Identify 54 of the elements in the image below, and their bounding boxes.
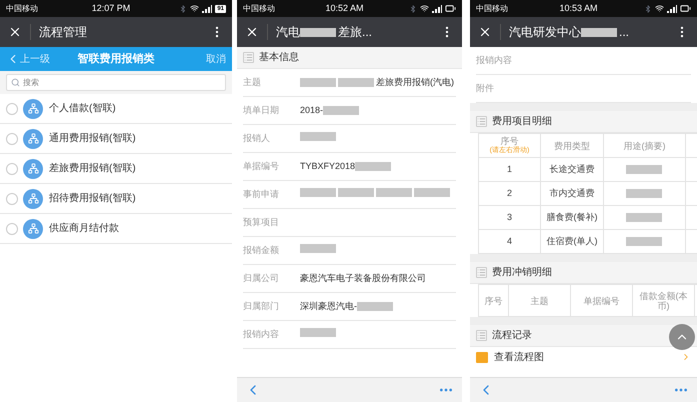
field-value: 深圳豪恩汽电- xyxy=(300,300,357,313)
carrier-name: 中国移动 xyxy=(243,2,276,14)
section-title: 费用冲销明细 xyxy=(492,266,552,280)
field-value: TYBXFY2018 xyxy=(300,160,356,173)
table-cell-text: 1 xyxy=(506,162,512,176)
title-text: 汽电研发中心 xyxy=(509,24,581,41)
table-cell-text: 膳食费(餐补) xyxy=(546,210,598,224)
item-label: 通用费用报销(智联) xyxy=(49,132,136,146)
table-cell-text: 3 xyxy=(506,210,512,224)
field-label: 报销金额 xyxy=(243,244,280,257)
field-value: 豪恩汽车电子装备股份有限公司 xyxy=(300,272,426,285)
field-value: 差旅费用报销(汽电) xyxy=(376,76,454,89)
item-label: 招待费用报销(智联) xyxy=(49,192,136,206)
field-label: 附件 xyxy=(476,82,495,95)
field-label: 事前申请 xyxy=(243,188,280,201)
column-header: 主题 xyxy=(530,296,548,306)
item-label: 差旅费用报销(智联) xyxy=(49,162,136,176)
title-text: ... xyxy=(619,24,630,41)
section-title: 基本信息 xyxy=(259,50,299,65)
title-text: 流程管理 xyxy=(39,24,87,41)
clock-time: 12:07 PM xyxy=(90,2,132,15)
table-cell-text: 长途交通费 xyxy=(550,162,594,176)
column-header: 序号 xyxy=(484,296,502,306)
table-cell-text: 2 xyxy=(506,186,512,200)
carrier-name: 中国移动 xyxy=(476,2,509,14)
item-label: 个人借款(智联) xyxy=(49,102,116,116)
field-value: 2018- xyxy=(300,104,324,117)
clock-time: 10:52 AM xyxy=(324,2,365,15)
field-label: 归属部门 xyxy=(243,300,280,313)
item-label: 供应商月结付款 xyxy=(49,222,119,236)
clock-time: 10:53 AM xyxy=(558,2,599,15)
nav-title: 智联费用报销类 xyxy=(76,52,156,67)
field-label: 主题 xyxy=(243,76,262,89)
table-cell-text: 住宿费(单人) xyxy=(546,234,598,248)
title-text: 汽电 xyxy=(276,24,300,41)
column-header: 单据编号 xyxy=(584,296,620,306)
column-header: 用途(摘要) xyxy=(624,140,666,150)
column-header: 序号 xyxy=(500,136,518,146)
field-label: 归属公司 xyxy=(243,272,280,285)
field-label: 单据编号 xyxy=(243,160,280,173)
field-label: 报销内容 xyxy=(476,54,513,67)
section-title: 流程记录 xyxy=(492,328,532,343)
field-label: 报销人 xyxy=(243,132,271,145)
table-cell-text: 4 xyxy=(506,234,512,248)
table-cell-text: 市内交通费 xyxy=(550,186,594,200)
section-title: 费用项目明细 xyxy=(492,114,552,129)
column-header: 借款金额(本币) xyxy=(638,290,688,310)
column-header: 费用类型 xyxy=(554,140,590,150)
title-text: 差旅... xyxy=(338,24,372,41)
search-field[interactable]: 搜索 xyxy=(6,74,226,91)
field-label: 报销内容 xyxy=(243,328,280,341)
field-label: 预算项目 xyxy=(243,216,280,229)
carrier-name: 中国移动 xyxy=(6,2,39,14)
field-label: 填单日期 xyxy=(243,104,280,117)
